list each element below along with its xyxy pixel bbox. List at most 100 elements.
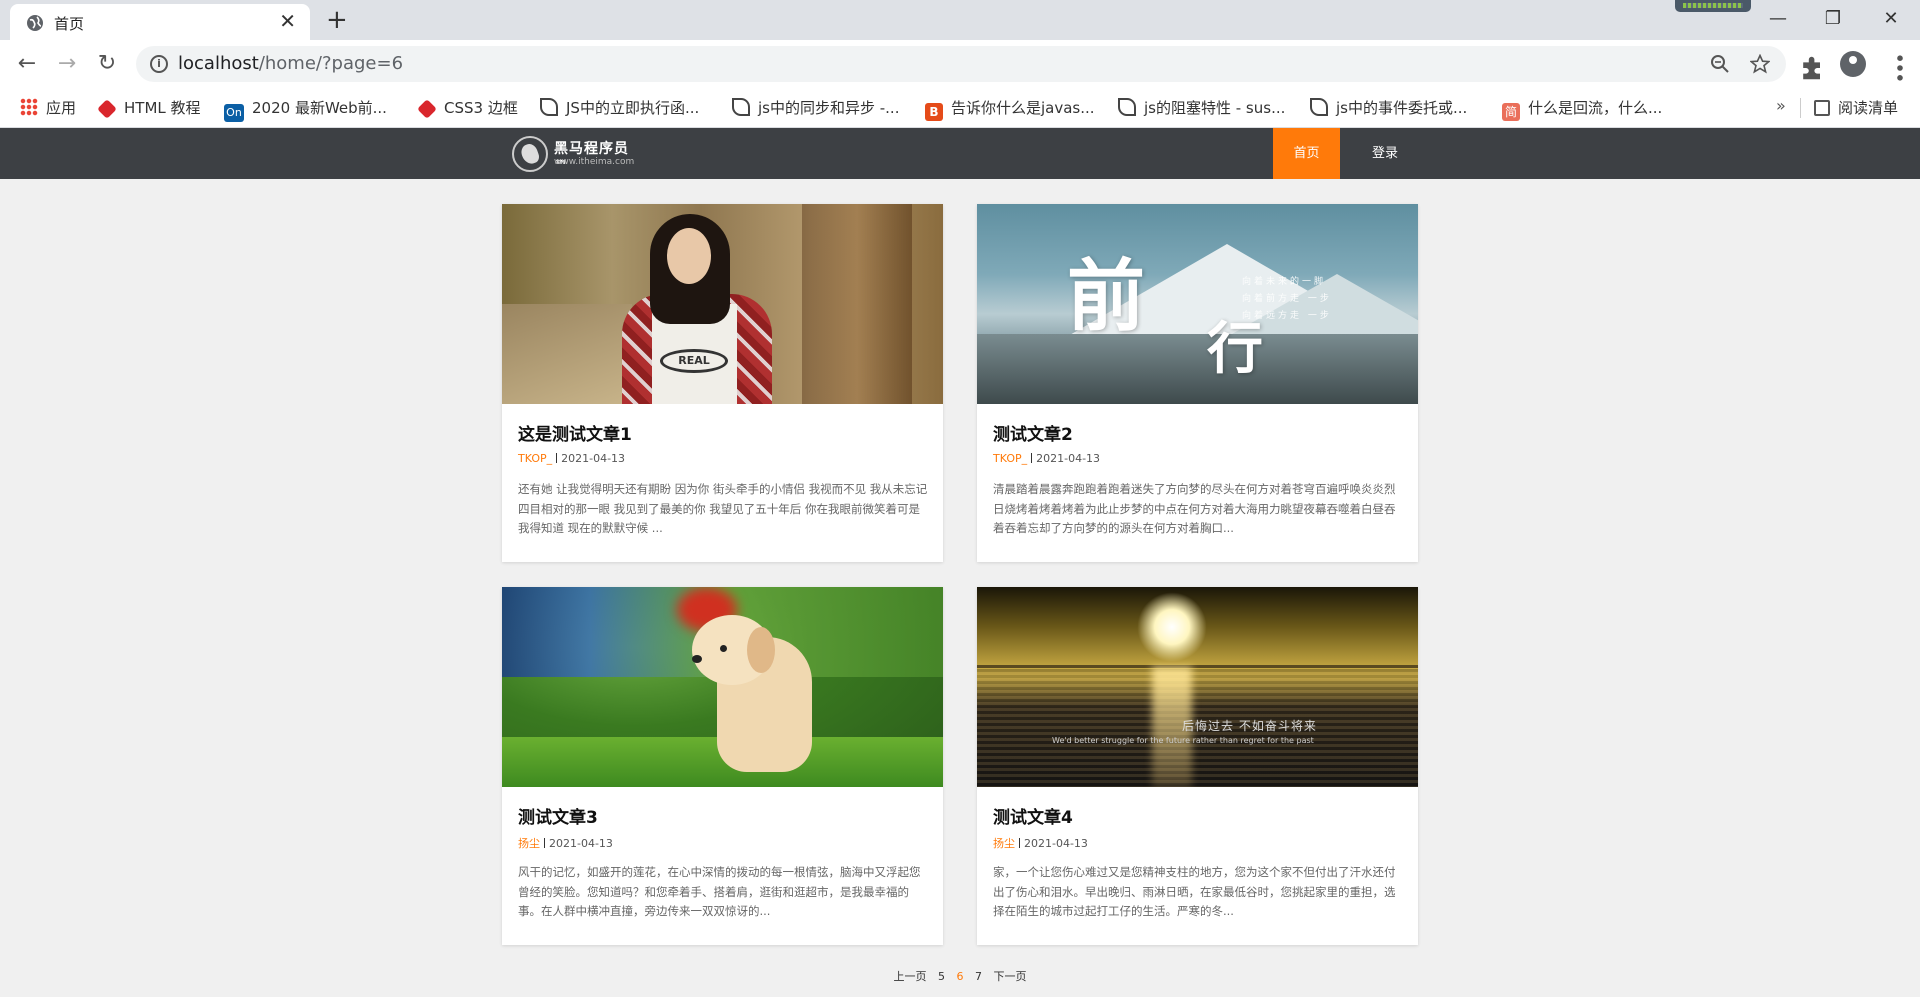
back-button[interactable]: ← <box>11 48 43 80</box>
feather-icon <box>1310 98 1328 116</box>
bookmark-event-delegation[interactable]: js中的事件委托或... <box>1310 96 1467 120</box>
bookmark-label: 2020 最新Web前... <box>252 99 387 117</box>
article-excerpt: 风干的记忆，如盛开的莲花，在心中深情的拨动的每一根情弦，脑海中又浮起您曾经的笑脸… <box>518 865 921 918</box>
feather-icon <box>540 98 558 116</box>
article-image[interactable]: 前 行 向着未来的一脚 向着前方走 一步 向着远方走 一步 <box>977 204 1418 404</box>
feather-icon <box>732 98 750 116</box>
jian-icon: 简 <box>1502 103 1520 121</box>
next-page-link[interactable]: 下一页 <box>994 970 1027 983</box>
image-poem: 向着未来的一脚 向着前方走 一步 向着远方走 一步 <box>1242 277 1332 321</box>
bookmark-label: HTML 教程 <box>124 99 201 117</box>
bookmark-what-is-js[interactable]: B 告诉你什么是javas... <box>925 96 1095 121</box>
site-info-icon[interactable]: i <box>150 55 168 73</box>
reading-list-label: 阅读清单 <box>1838 99 1899 117</box>
bookmark-label: 告诉你什么是javas... <box>951 99 1095 117</box>
article-card[interactable]: 前 行 向着未来的一脚 向着前方走 一步 向着远方走 一步 测试文章2 TKOP… <box>977 204 1418 562</box>
bookmark-label: JS中的立即执行函... <box>566 99 700 117</box>
extension-icon[interactable] <box>1799 54 1827 82</box>
article-author[interactable]: 扬尘 <box>993 837 1015 850</box>
article-author[interactable]: TKOP_ <box>518 452 552 465</box>
bookmark-css3-border[interactable]: CSS3 边框 <box>417 96 518 120</box>
article-meta: TKOP_ 2021-04-13 <box>518 452 625 465</box>
article-date: 2021-04-13 <box>561 452 626 465</box>
tab-close-icon[interactable]: ✕ <box>279 9 296 33</box>
bookmark-label: 应用 <box>46 99 77 117</box>
article-date: 2021-04-13 <box>1024 837 1088 850</box>
image-caption-cn: 后悔过去 不如奋斗将来 <box>1182 719 1317 733</box>
article-card[interactable]: REAL 这是测试文章1 TKOP_ 2021-04-13 还有她 让我觉得明天还… <box>502 204 943 562</box>
tab-title: 首页 <box>54 15 85 33</box>
horse-logo-icon <box>512 136 548 172</box>
bookmarks-divider <box>1800 98 1801 118</box>
bookmark-reflow[interactable]: 简什么是回流，什么... <box>1502 96 1663 121</box>
feather-icon <box>1118 98 1136 116</box>
window-close-button[interactable]: ✕ <box>1876 6 1906 32</box>
url-text[interactable]: localhost/home/?page=6 <box>178 53 403 74</box>
article-meta: 扬尘 2021-04-13 <box>518 835 613 851</box>
reading-list-button[interactable]: 阅读清单 <box>1814 96 1898 120</box>
article-meta: 扬尘 2021-04-13 <box>993 835 1088 851</box>
menu-icon[interactable] <box>1886 54 1914 82</box>
on-icon: On <box>224 104 244 122</box>
bookmark-html-tutorial[interactable]: HTML 教程 <box>97 96 201 120</box>
article-date: 2021-04-13 <box>549 837 613 850</box>
bookmarks-bar: 应用 HTML 教程 On 2020 最新Web前... CSS3 边框 JS中的… <box>0 88 1920 128</box>
page-link-5[interactable]: 5 <box>938 970 945 983</box>
maximize-button[interactable]: ❐ <box>1818 6 1848 32</box>
site-header: 黑马程序员™ www.itheima.com 首页 登录 <box>0 128 1920 179</box>
prev-page-link[interactable]: 上一页 <box>894 970 927 983</box>
article-title[interactable]: 测试文章4 <box>993 803 1073 828</box>
address-bar[interactable]: i localhost/home/?page=6 <box>136 46 1786 82</box>
bookmark-apps[interactable]: 应用 <box>20 96 76 120</box>
article-image[interactable] <box>502 587 943 787</box>
forward-button[interactable]: → <box>51 48 83 80</box>
bookmark-label: CSS3 边框 <box>444 99 518 117</box>
image-caption-en: We'd better struggle for the future rath… <box>1052 736 1314 745</box>
nav-login[interactable]: 登录 <box>1340 128 1430 179</box>
star-icon[interactable] <box>1750 54 1770 74</box>
logo-name: 黑马程序员™ <box>554 141 629 174</box>
article-image[interactable]: 后悔过去 不如奋斗将来 We'd better struggle for the… <box>977 587 1418 787</box>
article-excerpt: 清晨踏着晨露奔跑跑着跑着迷失了方向梦的尽头在何方对着苍穹百遍呼唤炎炎烈日烧烤着烤… <box>993 482 1396 535</box>
image-calligraphy-1: 前 <box>1067 251 1146 342</box>
article-title[interactable]: 这是测试文章1 <box>518 420 632 445</box>
bookmark-label: 什么是回流，什么... <box>1528 99 1663 117</box>
browser-toolbar: ← → ↻ i localhost/home/?page=6 <box>0 40 1920 88</box>
url-path: /home/?page=6 <box>258 53 404 74</box>
bookmark-label: js的阻塞特性 - sus... <box>1144 99 1286 117</box>
nav-home[interactable]: 首页 <box>1273 128 1340 179</box>
bookmark-js-blocking[interactable]: js的阻塞特性 - sus... <box>1118 96 1285 120</box>
meter-thumbnail <box>1675 0 1751 12</box>
reload-button[interactable]: ↻ <box>91 48 123 80</box>
article-title[interactable]: 测试文章3 <box>518 803 598 828</box>
profile-icon[interactable] <box>1840 51 1866 77</box>
site-logo[interactable]: 黑马程序员™ www.itheima.com <box>512 136 642 174</box>
article-author[interactable]: TKOP_ <box>993 452 1027 465</box>
bookmark-web-course[interactable]: On 2020 最新Web前... <box>224 96 387 122</box>
article-excerpt: 家，一个让您伤心难过又是您精神支柱的地方，您为这个家不但付出了汗水还付出了伤心和… <box>993 865 1396 918</box>
apps-icon <box>20 98 38 116</box>
article-meta: TKOP_ 2021-04-13 <box>993 452 1100 465</box>
zoom-icon[interactable] <box>1710 54 1730 74</box>
browser-tabstrip: 首页 ✕ + — ❐ ✕ <box>0 0 1920 40</box>
browser-tab-active[interactable]: 首页 ✕ <box>10 4 310 40</box>
article-author[interactable]: 扬尘 <box>518 837 540 850</box>
new-tab-button[interactable]: + <box>326 6 348 34</box>
reading-list-icon <box>1814 100 1830 116</box>
article-card[interactable]: 测试文章3 扬尘 2021-04-13 风干的记忆，如盛开的莲花，在心中深情的拨动… <box>502 587 943 945</box>
article-title[interactable]: 测试文章2 <box>993 420 1073 445</box>
url-host: localhost <box>178 53 259 74</box>
minimize-button[interactable]: — <box>1763 6 1793 32</box>
page-link-7[interactable]: 7 <box>975 970 982 983</box>
bookmark-js-iife[interactable]: JS中的立即执行函... <box>540 96 699 120</box>
article-image[interactable]: REAL <box>502 204 943 404</box>
runoob-icon <box>417 99 437 119</box>
bookmark-js-sync-async[interactable]: js中的同步和异步 -... <box>732 96 899 120</box>
runoob-icon <box>97 99 117 119</box>
globe-icon <box>27 15 43 31</box>
article-card[interactable]: 后悔过去 不如奋斗将来 We'd better struggle for the… <box>977 587 1418 945</box>
b-icon: B <box>925 103 943 121</box>
bookmarks-overflow-button[interactable]: » <box>1776 96 1786 115</box>
page-link-current[interactable]: 6 <box>957 970 964 983</box>
logo-url: www.itheima.com <box>554 157 635 167</box>
